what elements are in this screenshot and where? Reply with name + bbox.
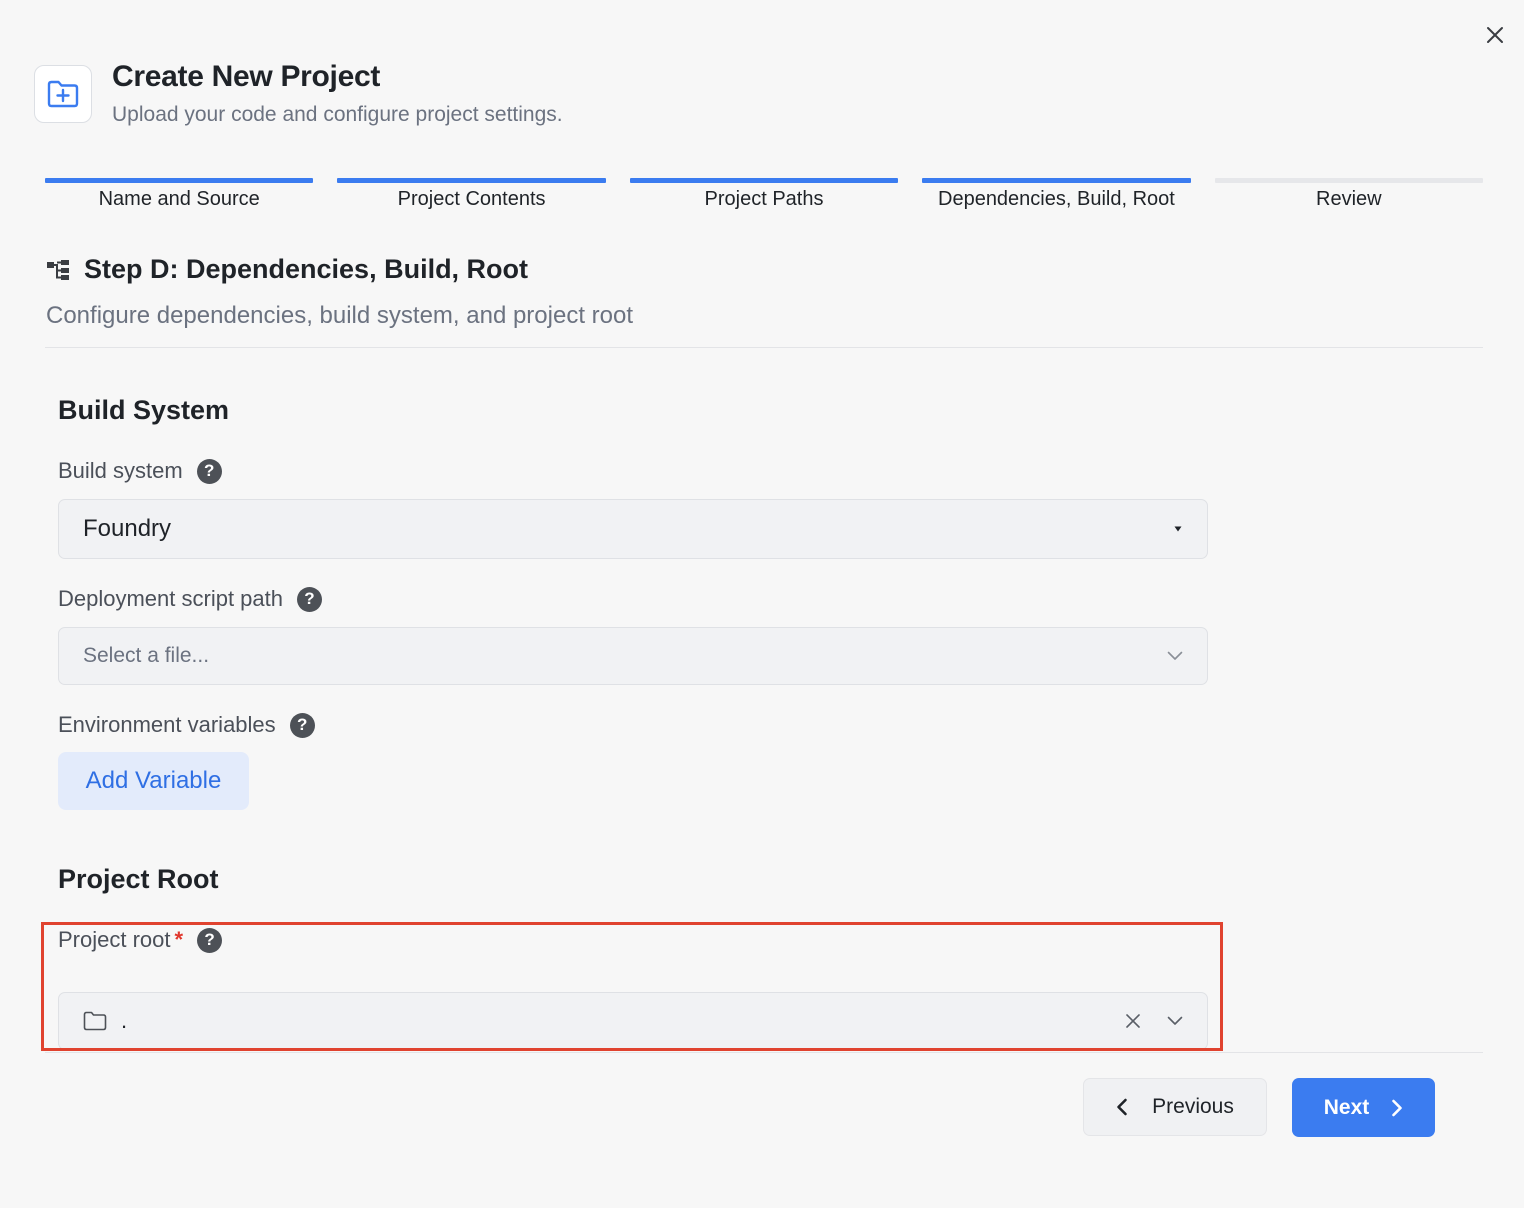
previous-button[interactable]: Previous — [1083, 1078, 1267, 1136]
step-label: Name and Source — [98, 188, 260, 210]
environment-variables-label-text: Environment variables — [58, 712, 276, 737]
step-project-paths[interactable]: Project Paths — [629, 178, 899, 218]
deployment-script-label: Deployment script path ? — [58, 586, 322, 612]
help-icon[interactable]: ? — [289, 712, 315, 738]
next-button-label: Next — [1323, 1095, 1370, 1119]
step-project-contents[interactable]: Project Contents — [337, 178, 606, 218]
dialog-subtitle: Upload your code and configure project s… — [112, 103, 563, 126]
step-bar — [45, 178, 314, 183]
next-button[interactable]: Next — [1292, 1078, 1435, 1137]
footer-divider — [45, 1052, 1483, 1053]
close-button[interactable] — [1482, 22, 1508, 48]
step-review[interactable]: Review — [1214, 178, 1484, 218]
build-system-label-text: Build system — [58, 458, 183, 483]
caret-down-icon — [1174, 526, 1182, 532]
chevron-down-icon — [1167, 651, 1183, 660]
step-label: Project Paths — [704, 188, 824, 210]
build-system-select[interactable]: Foundry — [58, 499, 1208, 559]
step-bar — [1214, 178, 1484, 183]
help-icon[interactable]: ? — [297, 586, 322, 612]
section-header: Step D: Dependencies, Build, Root — [46, 254, 528, 285]
step-bar — [629, 178, 899, 183]
build-system-label: Build system ? — [58, 458, 222, 484]
chevron-right-icon — [1392, 1099, 1403, 1116]
project-root-highlight — [41, 922, 1223, 1051]
step-name-and-source[interactable]: Name and Source — [45, 178, 314, 218]
previous-button-label: Previous — [1152, 1095, 1234, 1118]
step-bar — [922, 178, 1191, 183]
create-project-dialog: Create New Project Upload your code and … — [0, 0, 1524, 1208]
environment-variables-label: Environment variables ? — [58, 712, 315, 738]
close-icon — [1487, 27, 1503, 43]
build-system-heading: Build System — [58, 395, 230, 425]
stepper: Name and Source Project Contents Project… — [45, 178, 1484, 218]
folder-plus-icon — [47, 80, 79, 108]
step-dependencies-build-root[interactable]: Dependencies, Build, Root — [922, 178, 1191, 218]
add-variable-button[interactable]: Add Variable — [58, 752, 249, 810]
dialog-title: Create New Project — [112, 60, 381, 93]
section-divider — [45, 347, 1483, 348]
section-title: Step D: Dependencies, Build, Root — [84, 254, 529, 284]
step-label: Review — [1316, 188, 1382, 210]
chevron-left-icon — [1117, 1098, 1127, 1116]
header-icon-box — [34, 65, 92, 123]
help-icon[interactable]: ? — [196, 458, 222, 484]
step-label: Project Contents — [397, 188, 546, 210]
deployment-script-placeholder: Select a file... — [83, 644, 210, 667]
deployment-script-label-text: Deployment script path — [58, 586, 283, 611]
step-bar — [337, 178, 606, 183]
step-label: Dependencies, Build, Root — [938, 188, 1175, 210]
section-description: Configure dependencies, build system, an… — [46, 302, 634, 329]
project-root-heading: Project Root — [58, 864, 219, 894]
build-system-value: Foundry — [83, 515, 172, 542]
deployment-script-select[interactable]: Select a file... — [58, 627, 1208, 685]
hierarchy-icon — [47, 259, 69, 280]
